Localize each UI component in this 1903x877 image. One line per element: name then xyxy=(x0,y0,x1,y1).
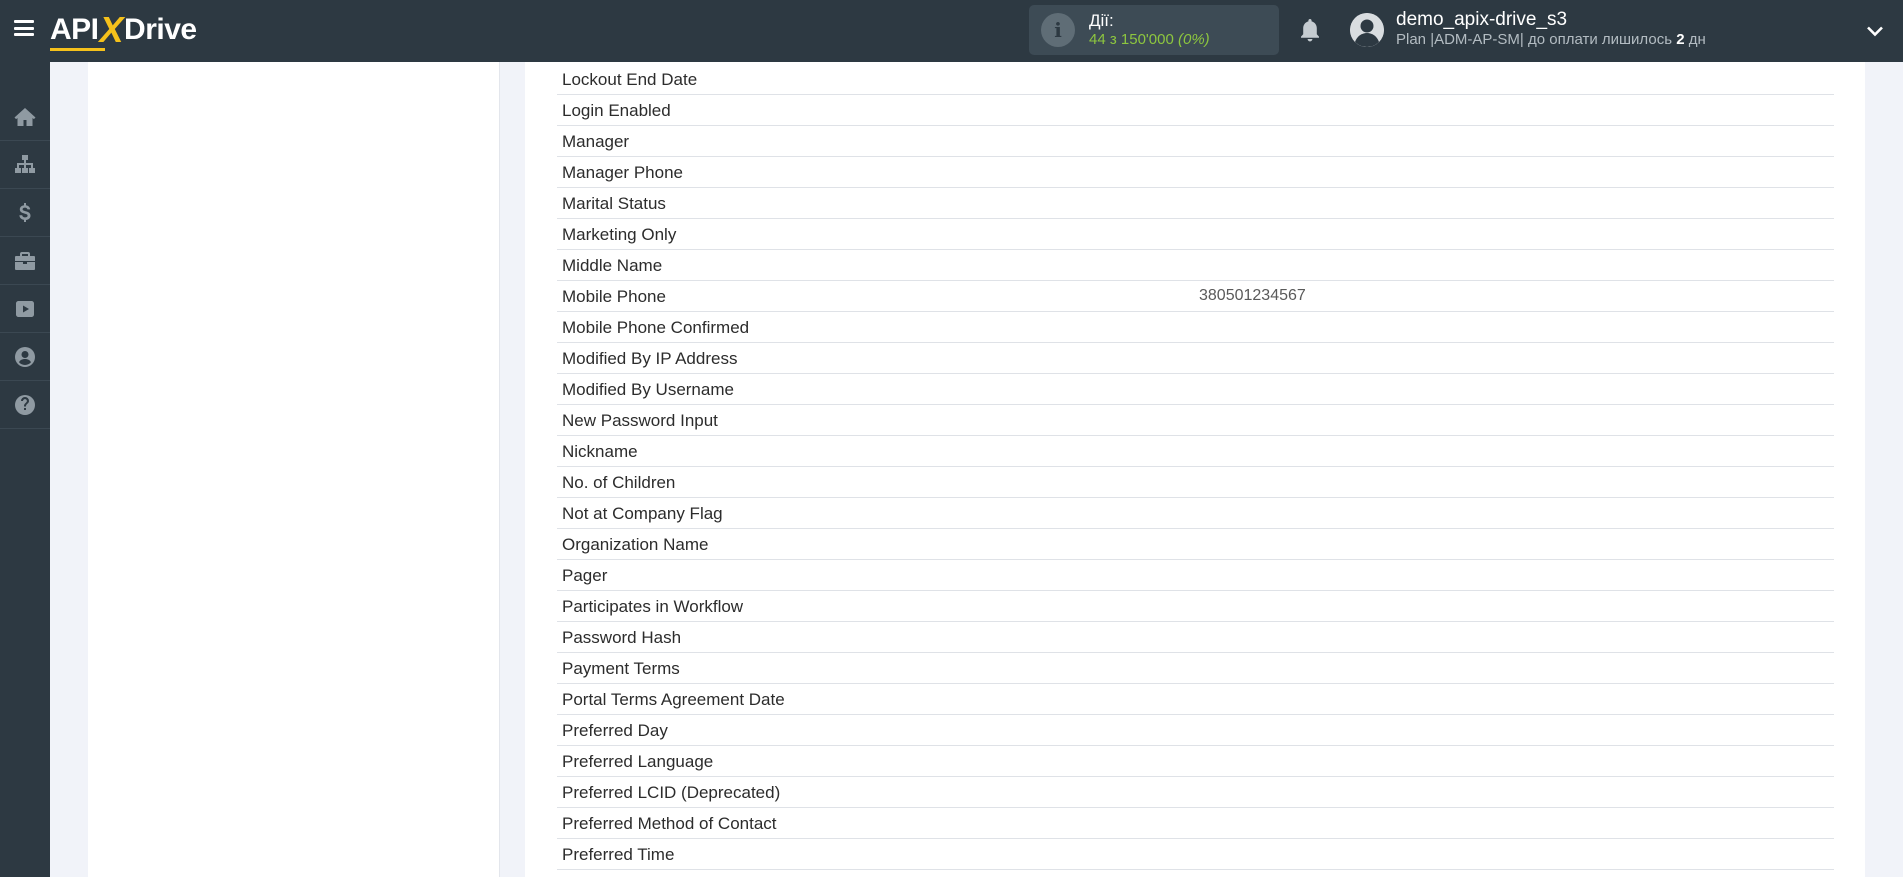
table-row: Marketing Only xyxy=(557,219,1834,250)
menu-icon[interactable] xyxy=(14,20,34,36)
bell-icon[interactable] xyxy=(1298,17,1322,43)
sidebar-item-connections[interactable] xyxy=(0,142,50,189)
chevron-down-icon[interactable] xyxy=(1866,22,1884,40)
field-name: No. of Children xyxy=(562,473,676,492)
logo-drive-text: Drive xyxy=(124,13,197,46)
field-name: Preferred Method of Contact xyxy=(562,814,777,833)
table-row: Preferred Method of Contact xyxy=(557,808,1834,839)
table-row: Modified By Username xyxy=(557,374,1834,405)
field-name: Preferred Day xyxy=(562,721,668,740)
table-row: Payment Terms xyxy=(557,653,1834,684)
briefcase-icon xyxy=(15,252,35,270)
avatar[interactable] xyxy=(1350,13,1384,47)
sidebar-item-account[interactable] xyxy=(0,334,50,381)
sidebar-item-billing[interactable] xyxy=(0,190,50,237)
field-name: Portal Terms Agreement Date xyxy=(562,690,785,709)
field-name: Pager xyxy=(562,566,608,585)
field-name: Manager xyxy=(562,132,630,151)
field-name: Preferred LCID (Deprecated) xyxy=(562,783,781,802)
sidebar-item-help[interactable] xyxy=(0,382,50,429)
days-left: 2 xyxy=(1676,31,1685,48)
table-row: Middle Name xyxy=(557,250,1834,281)
field-name: Middle Name xyxy=(562,256,663,275)
field-name: Preferred Language xyxy=(562,752,714,771)
table-row: Pager xyxy=(557,560,1834,591)
field-table: Lockout End Date Login Enabled Manager Mana… xyxy=(557,64,1834,870)
main-panel: Lockout End Date Login Enabled Manager Mana… xyxy=(525,62,1865,877)
sidebar-item-tools[interactable] xyxy=(0,238,50,285)
top-bar: API X Drive i Дії: 44 з 150'000 (0%) demo_… xyxy=(0,0,1903,62)
field-name: Password Hash xyxy=(562,628,682,647)
table-row: Preferred Time xyxy=(557,839,1834,870)
field-name: Marital Status xyxy=(562,194,666,213)
field-name: Modified By IP Address xyxy=(562,349,738,368)
table-row: Lockout End Date xyxy=(557,64,1834,95)
actions-count-value: 44 з 150'000 xyxy=(1089,31,1174,48)
table-row: Password Hash xyxy=(557,622,1834,653)
table-row: Nickname xyxy=(557,436,1834,467)
table-row: Participates in Workflow xyxy=(557,591,1834,622)
logo[interactable]: API X Drive xyxy=(50,9,197,51)
sidebar-item-home[interactable] xyxy=(0,94,50,141)
user-info[interactable]: demo_apix-drive_s3 Plan |ADM-AP-SM| до о… xyxy=(1396,10,1706,50)
user-name: demo_apix-drive_s3 xyxy=(1396,9,1568,30)
table-row: Marital Status xyxy=(557,188,1834,219)
info-icon: i xyxy=(1041,13,1075,47)
field-name: Organization Name xyxy=(562,535,709,554)
table-row: Modified By IP Address xyxy=(557,343,1834,374)
sidebar-item-video[interactable] xyxy=(0,286,50,333)
table-row: Organization Name xyxy=(557,529,1834,560)
field-name: Nickname xyxy=(562,442,638,461)
user-circle-icon xyxy=(15,347,35,367)
left-panel xyxy=(88,62,500,877)
table-row: No. of Children xyxy=(557,467,1834,498)
table-row: Preferred Language xyxy=(557,746,1834,777)
days-unit: дн xyxy=(1684,31,1706,48)
table-row: Mobile Phone 380501234567 xyxy=(557,281,1834,312)
table-row: Not at Company Flag xyxy=(557,498,1834,529)
sidebar xyxy=(0,62,50,877)
field-name: Login Enabled xyxy=(562,101,671,120)
table-row: Portal Terms Agreement Date xyxy=(557,684,1834,715)
logo-api-text: API xyxy=(50,13,104,51)
actions-counter[interactable]: i Дії: 44 з 150'000 (0%) xyxy=(1029,5,1279,55)
dollar-icon xyxy=(19,203,31,222)
table-row: New Password Input xyxy=(557,405,1834,436)
field-name: Not at Company Flag xyxy=(562,504,723,523)
help-icon xyxy=(15,395,35,415)
youtube-icon xyxy=(16,301,34,317)
field-name: Mobile Phone Confirmed xyxy=(562,318,750,337)
field-name: New Password Input xyxy=(562,411,718,430)
home-icon xyxy=(14,108,36,126)
actions-count: 44 з 150'000 (0%) xyxy=(1089,30,1210,49)
table-row: Preferred Day xyxy=(557,715,1834,746)
logo-x-text: X xyxy=(99,9,124,50)
field-name: Modified By Username xyxy=(562,380,734,399)
field-name: Payment Terms xyxy=(562,659,680,678)
field-name: Manager Phone xyxy=(562,163,683,182)
field-name: Participates in Workflow xyxy=(562,597,744,616)
field-name: Lockout End Date xyxy=(562,70,698,89)
table-row: Manager Phone xyxy=(557,157,1834,188)
field-name: Marketing Only xyxy=(562,225,677,244)
field-value: 380501234567 xyxy=(1199,287,1306,304)
table-row: Mobile Phone Confirmed xyxy=(557,312,1834,343)
user-plan: Plan |ADM-AP-SM| до оплати лишилось 2 дн xyxy=(1396,30,1706,50)
actions-label: Дії: xyxy=(1089,11,1114,30)
field-name: Preferred Time xyxy=(562,845,675,864)
table-row: Preferred LCID (Deprecated) xyxy=(557,777,1834,808)
sitemap-icon xyxy=(15,155,35,173)
actions-percent: (0%) xyxy=(1178,31,1210,48)
table-row: Login Enabled xyxy=(557,95,1834,126)
table-row: Manager xyxy=(557,126,1834,157)
plan-text: Plan |ADM-AP-SM| до оплати лишилось xyxy=(1396,31,1677,48)
field-name: Mobile Phone xyxy=(562,287,666,306)
